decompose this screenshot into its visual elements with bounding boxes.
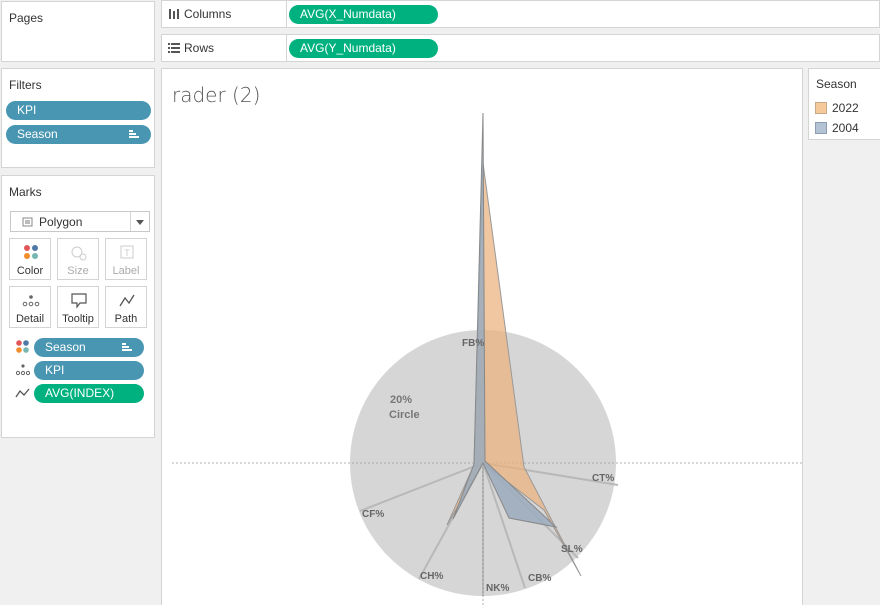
rows-label-text: Rows	[184, 41, 215, 55]
filter-pill-kpi[interactable]: KPI	[6, 101, 151, 120]
label-button[interactable]: T Label	[105, 238, 147, 280]
path-button[interactable]: Path	[105, 286, 147, 328]
detail-button-label: Detail	[15, 313, 45, 325]
rows-icon	[168, 43, 180, 53]
tooltip-button-label: Tooltip	[62, 313, 94, 325]
filter-pill-season[interactable]: Season	[6, 125, 151, 144]
axis-label-fb: FB%	[462, 338, 484, 349]
detail-icon	[22, 295, 40, 307]
svg-text:T: T	[124, 248, 130, 258]
rows-shelf[interactable]: Rows AVG(Y_Numdata)	[161, 34, 880, 62]
detail-field-icon	[15, 364, 31, 376]
label-button-label: Label	[112, 265, 140, 277]
chevron-down-icon	[136, 220, 144, 225]
path-icon	[119, 294, 135, 307]
marks-field-kpi[interactable]: KPI	[34, 361, 144, 380]
legend-swatch-2004	[815, 122, 827, 134]
axis-label-ch: CH%	[420, 571, 443, 582]
mark-type-dropdown[interactable]: Polygon	[10, 211, 150, 232]
color-field-icon	[16, 340, 29, 353]
filters-panel[interactable]: Filters KPI Season	[1, 68, 155, 168]
detail-button[interactable]: Detail	[9, 286, 51, 328]
pages-panel[interactable]: Pages	[1, 1, 155, 62]
color-icon	[24, 245, 38, 259]
columns-icon	[169, 9, 179, 19]
color-button-label: Color	[16, 265, 44, 277]
worksheet-view[interactable]: rader (2) 20% Circle FB% CT% SL% CB% NK%…	[161, 68, 803, 605]
columns-label: Columns	[168, 7, 231, 21]
legend-swatch-2022	[815, 102, 827, 114]
tooltip-button[interactable]: Tooltip	[57, 286, 99, 328]
path-field-icon	[15, 388, 30, 398]
marks-field-season[interactable]: Season	[34, 338, 144, 357]
rows-label: Rows	[168, 41, 214, 55]
size-button-label: Size	[67, 265, 89, 277]
circle-label-percent: 20%	[390, 394, 412, 406]
size-icon	[71, 246, 87, 261]
filters-title: Filters	[9, 78, 42, 92]
marks-field-season-label: Season	[45, 340, 86, 354]
axis-label-cf: CF%	[362, 509, 384, 520]
legend-title: Season	[816, 77, 857, 91]
dropdown-divider	[130, 212, 131, 231]
pages-title: Pages	[9, 11, 44, 25]
label-icon: T	[120, 245, 134, 259]
filter-pill-season-label: Season	[17, 127, 58, 141]
rows-divider	[286, 35, 287, 61]
rows-pill[interactable]: AVG(Y_Numdata)	[289, 39, 438, 58]
columns-divider	[286, 1, 287, 27]
columns-pill[interactable]: AVG(X_Numdata)	[289, 5, 438, 24]
axis-label-ct: CT%	[592, 473, 614, 484]
axis-label-cb: CB%	[528, 573, 551, 584]
sort-icon	[129, 130, 139, 139]
tooltip-icon	[71, 293, 87, 309]
color-button[interactable]: Color	[9, 238, 51, 280]
polygon-icon	[22, 217, 33, 227]
legend-label-2022: 2022	[832, 101, 859, 115]
marks-title: Marks	[9, 185, 42, 199]
circle-label-name: Circle	[389, 409, 420, 421]
axis-label-nk: NK%	[486, 583, 509, 594]
columns-shelf[interactable]: Columns AVG(X_Numdata)	[161, 0, 880, 28]
columns-label-text: Columns	[184, 7, 232, 21]
size-button[interactable]: Size	[57, 238, 99, 280]
marks-panel[interactable]: Marks Polygon Color Size T Label Detail …	[1, 175, 155, 438]
mark-type-label: Polygon	[39, 215, 83, 229]
worksheet-title: rader (2)	[172, 83, 261, 107]
season-legend[interactable]: Season 2022 2004	[808, 68, 880, 140]
radar-chart[interactable]: 20% Circle FB% CT% SL% CB% NK% CH% CF%	[172, 113, 802, 605]
marks-field-index[interactable]: AVG(INDEX)	[34, 384, 144, 403]
path-button-label: Path	[114, 313, 138, 325]
axis-label-sl: SL%	[561, 544, 583, 555]
legend-label-2004: 2004	[832, 121, 859, 135]
sort-icon	[122, 343, 132, 352]
